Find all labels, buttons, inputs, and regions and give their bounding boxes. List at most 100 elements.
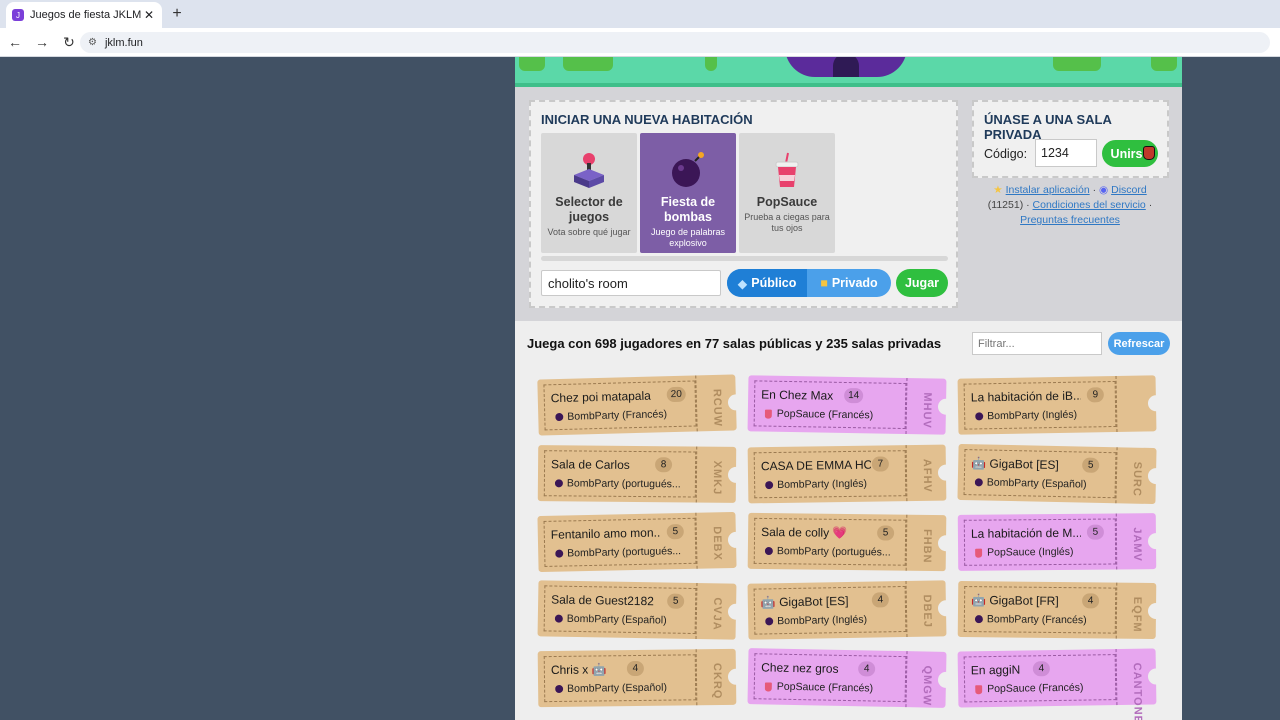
game-name: PopSauce <box>756 195 818 209</box>
ticket-notch <box>1147 668 1165 685</box>
room-code: CVJA <box>710 597 724 631</box>
ticket-body: Chez nez gros 4 PopSauce (Francés) <box>753 653 907 703</box>
discord-count: (11251) <box>987 199 1024 211</box>
ticket-body: En Chez Max 14 PopSauce (Francés) <box>753 380 907 430</box>
room-name: Sala de Guest2182 <box>551 592 655 609</box>
player-count-badge: 4 <box>1032 661 1050 677</box>
room-name: CASA DE EMMA HO <box>760 457 871 474</box>
room-game-label: PopSauce (Inglés) <box>987 545 1074 559</box>
private-option[interactable]: ■ Privado <box>807 269 891 297</box>
joystick-icon <box>541 145 637 195</box>
room-code: XMKJ <box>710 460 724 496</box>
filter-input[interactable] <box>972 332 1102 355</box>
ticket-notch <box>937 671 955 689</box>
private-label: Privado <box>831 276 878 290</box>
room-name-input[interactable] <box>541 270 721 296</box>
ticket-body: Sala de Carlos 8 BombParty (portugués... <box>543 450 697 498</box>
ticket-notch <box>1147 602 1165 620</box>
new-room-panel: INICIAR UNA NUEVA HABITACIÓN Selector de… <box>529 100 958 308</box>
games-scrollbar[interactable] <box>541 256 948 261</box>
install-app-link[interactable]: Instalar aplicación <box>1006 184 1090 196</box>
room-code: DBEJ <box>920 594 934 629</box>
room-name: La habitación de iB... <box>970 388 1081 405</box>
reload-icon[interactable]: ↻ <box>57 34 81 51</box>
room-ticket[interactable]: Sala de Carlos 8 BombParty (portugués... XM… <box>537 445 745 503</box>
faq-link[interactable]: Preguntas frecuentes <box>1020 214 1120 226</box>
tent-illustration <box>785 57 907 77</box>
forward-arrow-icon[interactable]: → <box>30 34 54 50</box>
ticket-notch <box>727 531 745 549</box>
room-ticket[interactable]: En Chez Max 14 PopSauce (Francés) MHUV <box>747 375 955 435</box>
mouse-cursor-icon <box>1143 146 1155 160</box>
close-tab-icon[interactable]: ✕ <box>142 8 156 22</box>
room-ticket[interactable]: Chez nez gros 4 PopSauce (Francés) QMGW <box>747 648 955 708</box>
terms-link[interactable]: Condiciones del servicio <box>1033 199 1146 211</box>
room-game-label: BombParty (portugués... <box>566 477 681 491</box>
room-code: CKRQ <box>710 662 724 700</box>
ticket-body: Sala de colly 💗 5 BombParty (portugués... <box>753 517 907 566</box>
room-name: La habitación de M... <box>970 525 1081 541</box>
game-description: Prueba a ciegas para tus ojos <box>744 212 830 233</box>
room-ticket[interactable]: Sala de Guest2182 5 BombParty (Español) CVJ… <box>537 580 745 640</box>
room-ticket[interactable]: 🤖 GigaBot [ES] 5 BombParty (Español) SURC <box>957 443 1165 505</box>
room-code: CANTONES <box>1130 662 1144 720</box>
new-tab-button[interactable]: + <box>168 5 186 23</box>
bomb-icon <box>555 413 564 422</box>
visibility-toggle[interactable]: ◆ Público ■ Privado <box>727 269 891 297</box>
browser-tab[interactable]: J Juegos de fiesta JKLM.FUN para ✕ <box>6 2 162 28</box>
ticket-body: Chez poi matapala 20 BombParty (Francés) <box>543 380 697 431</box>
public-option[interactable]: ◆ Público <box>727 269 807 297</box>
room-ticket[interactable]: CASA DE EMMA HO 7 BombParty (Inglés) AFHV <box>747 444 955 504</box>
ticket-body: La habitación de iB... 9 BombParty (Inglés… <box>963 380 1117 430</box>
room-ticket[interactable]: 🤖 GigaBot [FR] 4 BombParty (Francés) EQFM <box>957 580 1165 640</box>
room-ticket[interactable]: En aggiN 4 PopSauce (Francés) CANTONES <box>957 648 1165 720</box>
tree-decoration <box>1151 57 1177 71</box>
room-ticket[interactable]: La habitación de iB... 9 BombParty (Inglés… <box>957 375 1165 435</box>
jklm-page: INICIAR UNA NUEVA HABITACIÓN Selector de… <box>515 57 1182 720</box>
url-field[interactable]: ⚙ jklm.fun <box>80 32 1270 53</box>
site-settings-icon[interactable]: ⚙ <box>88 37 97 48</box>
lock-icon: ■ <box>820 276 828 290</box>
room-code-input[interactable] <box>1035 139 1097 167</box>
room-ticket[interactable]: Sala de colly 💗 5 BombParty (portugués... F… <box>747 512 955 572</box>
game-card-selector[interactable]: Selector de juegos Vota sobre qué jugar <box>541 133 637 253</box>
ticket-body: En aggiN 4 PopSauce (Francés) <box>963 654 1117 703</box>
room-game: BombParty (portugués... <box>555 545 681 560</box>
room-ticket[interactable]: Chez poi matapala 20 BombParty (Francés) RC… <box>537 374 745 436</box>
player-count-badge: 5 <box>877 525 895 541</box>
player-count-badge: 20 <box>666 386 687 403</box>
game-description: Juego de palabras explosivo <box>650 227 726 248</box>
room-code: QMGW <box>920 665 934 707</box>
ticket-notch <box>1147 533 1165 550</box>
join-private-title: ÚNASE A UNA SALA PRIVADA <box>984 112 1112 142</box>
room-name: En aggiN <box>970 662 1021 678</box>
ticket-notch <box>937 398 955 415</box>
discord-link[interactable]: Discord <box>1111 184 1147 196</box>
room-ticket[interactable]: Fentanilo amo mon... 5 BombParty (portugué… <box>537 511 745 573</box>
room-game-label: BombParty (portugués... <box>776 545 891 559</box>
room-game-label: BombParty (portugués... <box>567 545 682 560</box>
room-game: BombParty (portugués... <box>764 545 891 559</box>
refresh-button[interactable]: Refrescar <box>1108 332 1170 355</box>
ticket-body: La habitación de M... 5 PopSauce (Inglés) <box>963 518 1117 566</box>
room-ticket[interactable]: La habitación de M... 5 PopSauce (Inglés) J… <box>957 513 1165 571</box>
room-ticket[interactable]: Chris x 🤖 4 BombParty (Español) CKRQ <box>537 648 745 708</box>
room-game: PopSauce (Francés) <box>764 680 873 695</box>
ticket-notch <box>937 600 955 617</box>
play-button[interactable]: Jugar <box>896 269 948 297</box>
ticket-notch <box>937 535 955 552</box>
ticket-body: Sala de Guest2182 5 BombParty (Español) <box>543 585 697 635</box>
bomb-icon <box>975 412 984 421</box>
room-code: AFHV <box>920 458 934 493</box>
room-game-label: PopSauce (Francés) <box>987 681 1084 696</box>
bomb-icon <box>555 685 564 694</box>
player-count-badge: 4 <box>858 661 876 677</box>
game-card-bombparty[interactable]: Fiesta de bombas Juego de palabras explo… <box>640 133 736 253</box>
game-name: Fiesta de bombas <box>660 195 716 224</box>
player-count-badge: 5 <box>1086 524 1104 540</box>
room-ticket[interactable]: 🤖 GigaBot [ES] 4 BombParty (Inglés) DBEJ <box>747 580 955 640</box>
game-card-popsauce[interactable]: PopSauce Prueba a ciegas para tus ojos <box>739 133 835 253</box>
room-game-label: BombParty (Español) <box>567 681 667 695</box>
back-arrow-icon[interactable]: ← <box>3 34 27 50</box>
room-game-label: BombParty (Español) <box>986 476 1087 491</box>
